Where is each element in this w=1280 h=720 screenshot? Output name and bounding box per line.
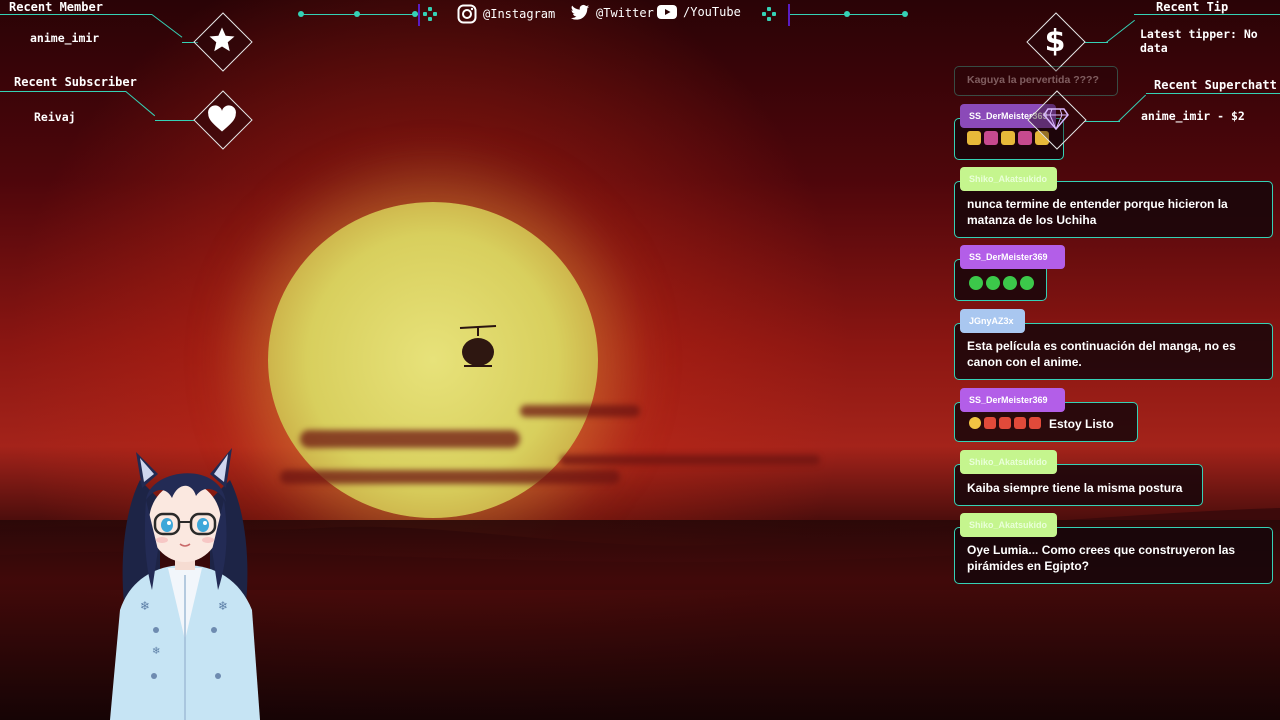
star-icon bbox=[204, 22, 240, 58]
emote-icon bbox=[986, 276, 1000, 290]
instagram-link[interactable]: @Instagram bbox=[457, 4, 555, 24]
chat-username: Shiko_Akatsukido bbox=[969, 457, 1048, 467]
chat-username-tag: SS_DerMeister369 bbox=[960, 245, 1065, 269]
youtube-link[interactable]: /YouTube bbox=[657, 4, 741, 20]
dollar-icon: $ bbox=[1044, 23, 1066, 59]
gem-icon bbox=[1038, 101, 1074, 137]
cloud bbox=[300, 430, 520, 448]
svg-text:❄: ❄ bbox=[218, 599, 228, 613]
chat-username: Shiko_Akatsukido bbox=[969, 174, 1048, 184]
emote-icon bbox=[969, 417, 981, 429]
recent-tip-title: Recent Tip bbox=[1156, 0, 1229, 14]
cross-ornament-icon bbox=[762, 7, 776, 21]
chat-username: JGnyAZ3x bbox=[969, 316, 1014, 326]
connector-line bbox=[155, 120, 195, 121]
vtuber-avatar: ❄ ❄ ❄ bbox=[110, 448, 260, 720]
connector-line bbox=[0, 91, 126, 92]
svg-text:❄: ❄ bbox=[140, 599, 150, 613]
divider-node bbox=[354, 11, 360, 17]
recent-member-value: anime_imir bbox=[30, 31, 100, 45]
emote-icon bbox=[1014, 417, 1026, 429]
divider-node bbox=[298, 11, 304, 17]
heart-icon bbox=[204, 101, 240, 137]
recent-subscriber-value: Reivaj bbox=[34, 110, 76, 124]
chat-message-text: Kaguya la pervertida ???? bbox=[967, 74, 1099, 86]
emote-icon bbox=[967, 131, 981, 145]
chat-username-tag: JGnyAZ3x bbox=[960, 309, 1025, 333]
chat-username-tag: Shiko_Akatsukido bbox=[960, 450, 1057, 474]
emote-icon bbox=[984, 417, 996, 429]
chat-username-tag: Shiko_Akatsukido bbox=[960, 513, 1057, 537]
emote-row bbox=[967, 131, 1049, 145]
emote-icon bbox=[1018, 131, 1032, 145]
instagram-icon bbox=[457, 4, 477, 24]
chat-username-tag: SS_DerMeister369 bbox=[960, 388, 1065, 412]
emote-icon bbox=[1001, 131, 1015, 145]
recent-tip-value: Latest tipper: No data bbox=[1140, 27, 1258, 55]
twitter-link[interactable]: @Twitter bbox=[570, 4, 654, 22]
recent-superchat-title: Recent Superchatt bbox=[1154, 78, 1277, 92]
cloud bbox=[280, 470, 620, 484]
cloud bbox=[560, 455, 820, 465]
svg-text:❄: ❄ bbox=[152, 646, 160, 657]
cloud bbox=[520, 405, 640, 417]
connector-line bbox=[0, 14, 152, 15]
youtube-handle: /YouTube bbox=[683, 5, 741, 19]
divider-tick bbox=[418, 4, 420, 26]
connector-line bbox=[1084, 42, 1108, 43]
emote-row bbox=[969, 276, 1034, 290]
instagram-handle: @Instagram bbox=[483, 7, 556, 21]
emote-icon bbox=[984, 131, 998, 145]
divider-node bbox=[844, 11, 850, 17]
divider-node bbox=[902, 11, 908, 17]
connector-line bbox=[1134, 14, 1280, 15]
emote-icon bbox=[1003, 276, 1017, 290]
emote-icon bbox=[1029, 417, 1041, 429]
recent-member-title: Recent Member bbox=[9, 0, 103, 14]
twitter-icon bbox=[570, 4, 590, 20]
youtube-icon bbox=[657, 5, 677, 19]
chat-username: Shiko_Akatsukido bbox=[969, 520, 1048, 530]
chat-username-tag: Shiko_Akatsukido bbox=[960, 167, 1057, 191]
chat-username: SS_DerMeister369 bbox=[969, 395, 1048, 405]
emote-icon bbox=[999, 417, 1011, 429]
chat-message-text: nunca termine de entender porque hiciero… bbox=[967, 197, 1228, 227]
cross-ornament-icon bbox=[423, 7, 437, 21]
social-bar: @Instagram @Twitter /YouTube bbox=[298, 0, 908, 28]
chat-message-text: Oye Lumia... Como crees que construyeron… bbox=[967, 543, 1236, 573]
connector-line bbox=[1084, 121, 1120, 122]
recent-subscriber-title: Recent Subscriber bbox=[14, 75, 137, 89]
connector-line bbox=[1146, 93, 1280, 94]
emote-icon bbox=[1020, 276, 1034, 290]
twitter-handle: @Twitter bbox=[596, 6, 654, 20]
chat-username: SS_DerMeister369 bbox=[969, 252, 1048, 262]
chat-message-text: Esta película es continuación del manga,… bbox=[967, 339, 1236, 369]
chat-message-text: Kaiba siempre tiene la misma postura bbox=[967, 481, 1183, 495]
divider-tick bbox=[788, 4, 790, 26]
recent-superchat-value: anime_imir - $2 bbox=[1141, 109, 1245, 123]
emote-icon bbox=[969, 276, 983, 290]
chat-message-faded: Kaguya la pervertida ???? bbox=[954, 66, 1118, 96]
helicopter-silhouette-icon bbox=[459, 325, 497, 367]
emote-row bbox=[969, 417, 1041, 429]
chat-message-text: Estoy Listo bbox=[1049, 417, 1114, 431]
